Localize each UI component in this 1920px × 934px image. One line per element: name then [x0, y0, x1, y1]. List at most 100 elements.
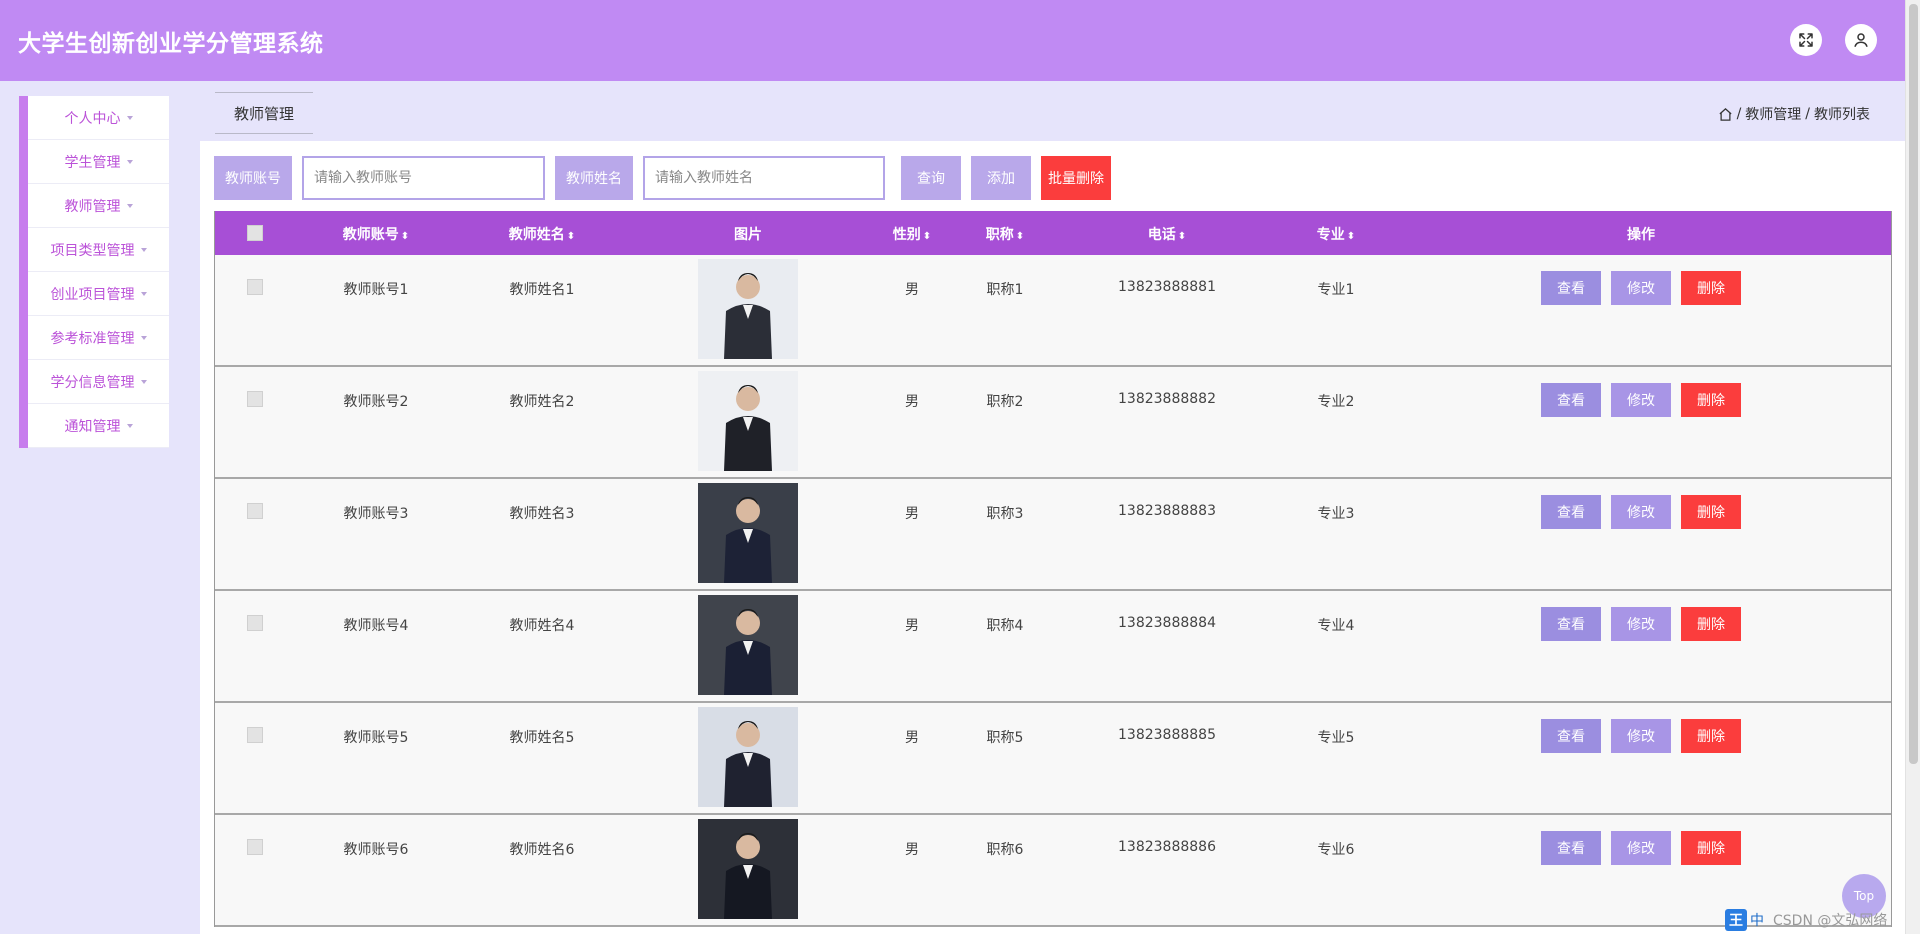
- user-profile-button[interactable]: [1845, 24, 1877, 56]
- row-checkbox[interactable]: [247, 279, 263, 295]
- account-search-input[interactable]: [302, 156, 545, 200]
- sort-icon[interactable]: ⬍: [923, 231, 931, 242]
- row-checkbox[interactable]: [247, 839, 263, 855]
- header-label: 专业: [1316, 227, 1345, 243]
- query-button[interactable]: 查询: [901, 156, 961, 200]
- breadcrumb-separator: /: [1805, 106, 1810, 122]
- sidebar-menu: 个人中心 学生管理 教师管理 项目类型管理 创业项目管理 参考标准管理 学分信息…: [19, 96, 169, 448]
- teacher-photo[interactable]: [698, 483, 798, 583]
- cell-account: 教师账号3: [343, 506, 409, 522]
- sort-icon[interactable]: ⬍: [567, 231, 575, 242]
- table-row: 教师账号5 教师姓名5 男 职称5 13823888885 专业5 查看 修改 …: [215, 703, 1891, 815]
- row-checkbox[interactable]: [247, 391, 263, 407]
- cell-major: 专业1: [1317, 282, 1355, 298]
- cell-name: 教师姓名6: [509, 842, 575, 858]
- sidebar-item-label: 通知管理: [64, 418, 121, 435]
- sort-icon[interactable]: ⬍: [1016, 231, 1024, 242]
- caret-down-icon: [140, 247, 147, 252]
- cell-gender: 男: [905, 730, 919, 746]
- cell-major: 专业5: [1317, 730, 1355, 746]
- column-header-phone[interactable]: 电话 ⬍: [1148, 224, 1186, 244]
- sidebar-item-startup-project-management[interactable]: 创业项目管理: [28, 272, 169, 316]
- cell-gender: 男: [905, 282, 919, 298]
- top-header: 大学生创新创业学分管理系统: [0, 0, 1905, 81]
- page-title-tab[interactable]: 教师管理: [215, 92, 313, 134]
- teacher-photo[interactable]: [698, 819, 798, 919]
- column-header-gender[interactable]: 性别 ⬍: [893, 224, 931, 244]
- breadcrumb-item-teacher-management[interactable]: 教师管理: [1745, 104, 1801, 124]
- column-header-major[interactable]: 专业 ⬍: [1317, 224, 1355, 244]
- sidebar-item-teacher-management[interactable]: 教师管理: [28, 184, 169, 228]
- view-button[interactable]: 查看: [1541, 719, 1601, 753]
- delete-button[interactable]: 删除: [1681, 271, 1741, 305]
- table-row: 教师账号6 教师姓名6 男 职称6 13823888886 专业6 查看 修改 …: [215, 815, 1891, 927]
- table-row: 教师账号3 教师姓名3 男 职称3 13823888883 专业3 查看 修改 …: [215, 479, 1891, 591]
- delete-button[interactable]: 删除: [1681, 719, 1741, 753]
- caret-down-icon: [126, 159, 133, 164]
- edit-button[interactable]: 修改: [1611, 495, 1671, 529]
- sidebar-item-notice-management[interactable]: 通知管理: [28, 404, 169, 448]
- sidebar-item-reference-standard-management[interactable]: 参考标准管理: [28, 316, 169, 360]
- cell-title: 职称3: [986, 506, 1024, 522]
- sidebar-item-personal-center[interactable]: 个人中心: [28, 96, 169, 140]
- sidebar-item-label: 学生管理: [64, 154, 121, 171]
- cell-name: 教师姓名5: [509, 730, 575, 746]
- add-button[interactable]: 添加: [971, 156, 1031, 200]
- cell-major: 专业3: [1317, 506, 1355, 522]
- edit-button[interactable]: 修改: [1611, 607, 1671, 641]
- edit-button[interactable]: 修改: [1611, 719, 1671, 753]
- table-header: 教师账号 ⬍ 教师姓名 ⬍ 图片 性别 ⬍ 职称 ⬍ 电话 ⬍ 专业 ⬍ 操作: [215, 211, 1891, 255]
- column-header-name[interactable]: 教师姓名 ⬍: [509, 224, 575, 244]
- teacher-photo[interactable]: [698, 707, 798, 807]
- delete-button[interactable]: 删除: [1681, 607, 1741, 641]
- fullscreen-icon: [1799, 33, 1813, 47]
- sidebar-item-credit-info-management[interactable]: 学分信息管理: [28, 360, 169, 404]
- cell-account: 教师账号4: [343, 618, 409, 634]
- teacher-photo[interactable]: [698, 371, 798, 471]
- edit-button[interactable]: 修改: [1611, 271, 1671, 305]
- delete-button[interactable]: 删除: [1681, 495, 1741, 529]
- cell-account: 教师账号5: [343, 730, 409, 746]
- name-label: 教师姓名: [555, 156, 633, 200]
- home-icon[interactable]: [1718, 107, 1733, 122]
- view-button[interactable]: 查看: [1541, 831, 1601, 865]
- scrollbar-thumb[interactable]: [1909, 4, 1918, 764]
- cell-gender: 男: [905, 618, 919, 634]
- row-checkbox[interactable]: [247, 615, 263, 631]
- ime-mode-indicator[interactable]: 中: [1750, 910, 1764, 930]
- sort-icon[interactable]: ⬍: [401, 231, 409, 242]
- column-header-photo: 图片: [734, 227, 762, 243]
- header-label: 性别: [892, 227, 921, 243]
- view-button[interactable]: 查看: [1541, 383, 1601, 417]
- sort-icon[interactable]: ⬍: [1178, 231, 1186, 242]
- sort-icon[interactable]: ⬍: [1347, 231, 1355, 242]
- teacher-photo[interactable]: [698, 595, 798, 695]
- batch-delete-button[interactable]: 批量删除: [1041, 156, 1111, 200]
- page-scrollbar[interactable]: [1905, 0, 1920, 934]
- view-button[interactable]: 查看: [1541, 271, 1601, 305]
- delete-button[interactable]: 删除: [1681, 383, 1741, 417]
- edit-button[interactable]: 修改: [1611, 831, 1671, 865]
- view-button[interactable]: 查看: [1541, 607, 1601, 641]
- view-button[interactable]: 查看: [1541, 495, 1601, 529]
- delete-button[interactable]: 删除: [1681, 831, 1741, 865]
- row-checkbox[interactable]: [247, 727, 263, 743]
- cell-name: 教师姓名1: [509, 282, 575, 298]
- caret-down-icon: [140, 291, 147, 296]
- select-all-checkbox[interactable]: [247, 225, 263, 241]
- ime-logo-icon[interactable]: 王: [1725, 909, 1747, 931]
- column-header-title[interactable]: 职称 ⬍: [986, 224, 1024, 244]
- teacher-photo[interactable]: [698, 259, 798, 359]
- sidebar-item-label: 教师管理: [64, 198, 121, 215]
- table-row: 教师账号2 教师姓名2 男 职称2 13823888882 专业2 查看 修改 …: [215, 367, 1891, 479]
- edit-button[interactable]: 修改: [1611, 383, 1671, 417]
- cell-title: 职称5: [986, 730, 1024, 746]
- fullscreen-button[interactable]: [1790, 24, 1822, 56]
- sidebar-item-student-management[interactable]: 学生管理: [28, 140, 169, 184]
- row-checkbox[interactable]: [247, 503, 263, 519]
- sidebar-item-project-type-management[interactable]: 项目类型管理: [28, 228, 169, 272]
- table-row: 教师账号4 教师姓名4 男 职称4 13823888884 专业4 查看 修改 …: [215, 591, 1891, 703]
- caret-down-icon: [140, 335, 147, 340]
- name-search-input[interactable]: [643, 156, 885, 200]
- column-header-account[interactable]: 教师账号 ⬍: [343, 224, 409, 244]
